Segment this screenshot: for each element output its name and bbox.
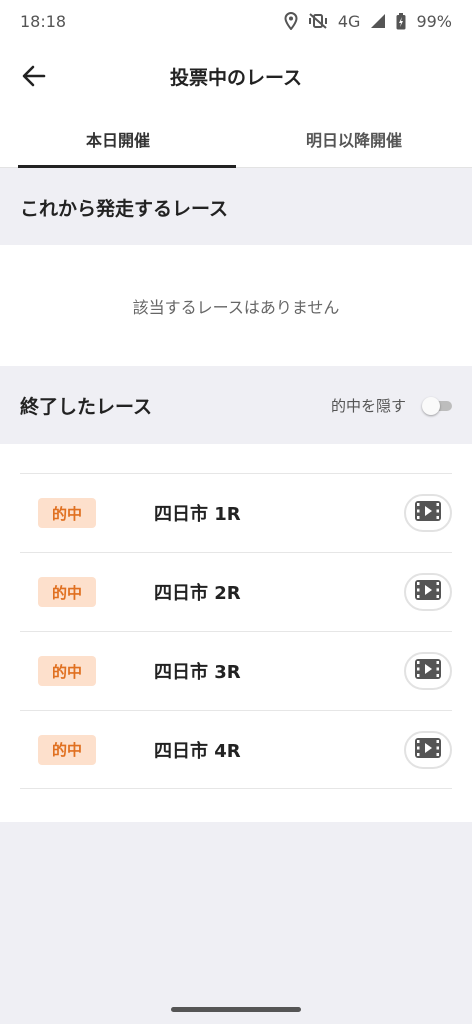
status-icons: 4G 99% xyxy=(284,12,452,31)
page-title: 投票中のレース xyxy=(169,66,303,89)
video-button[interactable] xyxy=(404,494,452,532)
status-bar: 18:18 4G 99% xyxy=(0,0,472,42)
hit-badge: 的中 xyxy=(38,734,96,765)
video-button[interactable] xyxy=(404,730,452,769)
hide-hits-label: 的中を隠す xyxy=(330,396,406,415)
race-row[interactable]: 的中 四日市 4R xyxy=(20,710,452,789)
hit-badge: 的中 xyxy=(38,656,96,686)
app-bar: 投票中のレース xyxy=(0,42,472,110)
finished-section-title: 終了したレース xyxy=(20,395,153,418)
status-time: 18:18 xyxy=(20,11,67,31)
race-row[interactable]: 的中 四日市 3R xyxy=(20,631,452,710)
screen: 18:18 4G 99% 投票中のレース 本日開催 明日以降開催 これから発走す… xyxy=(0,0,472,1024)
upcoming-section-header: これから発走するレース xyxy=(0,168,472,246)
battery-icon xyxy=(396,12,406,30)
toggle-knob xyxy=(422,397,440,415)
signal-icon xyxy=(370,13,386,29)
arrow-left-icon xyxy=(22,65,46,91)
home-indicator[interactable] xyxy=(171,1007,301,1012)
race-row[interactable]: 的中 四日市 2R xyxy=(20,552,452,631)
network-label: 4G xyxy=(337,11,361,31)
race-name: 四日市 2R xyxy=(154,583,241,604)
video-icon xyxy=(415,737,441,762)
vibrate-off-icon xyxy=(308,12,328,30)
video-button[interactable] xyxy=(404,652,452,690)
video-button[interactable] xyxy=(404,573,452,611)
empty-state: 該当するレースはありません xyxy=(0,245,472,366)
video-icon xyxy=(415,659,441,683)
upcoming-section-title: これから発走するレース xyxy=(20,197,229,220)
empty-message: 該当するレースはありません xyxy=(132,297,340,317)
video-icon xyxy=(415,580,441,604)
finished-section-header: 終了したレース 的中を隠す xyxy=(0,366,472,444)
tab-bar: 本日開催 明日以降開催 xyxy=(0,110,472,168)
tab-upcoming-days[interactable]: 明日以降開催 xyxy=(236,110,472,167)
race-row[interactable]: 的中 四日市 1R xyxy=(20,473,452,552)
back-button[interactable] xyxy=(18,62,50,94)
location-icon xyxy=(284,12,298,30)
race-name: 四日市 1R xyxy=(154,504,241,525)
hide-hits-control: 的中を隠す xyxy=(331,395,452,416)
tab-today[interactable]: 本日開催 xyxy=(0,110,236,168)
battery-percent: 99% xyxy=(416,11,452,31)
finished-race-list: 的中 四日市 1R 的中 四日市 2R 的中 四日市 3R 的中 四日市 4R xyxy=(0,444,472,822)
hit-badge: 的中 xyxy=(38,498,96,528)
race-name: 四日市 3R xyxy=(154,662,241,683)
video-icon xyxy=(415,501,441,525)
race-name: 四日市 4R xyxy=(154,740,241,762)
hide-hits-toggle[interactable] xyxy=(422,397,452,415)
hit-badge: 的中 xyxy=(38,577,96,607)
